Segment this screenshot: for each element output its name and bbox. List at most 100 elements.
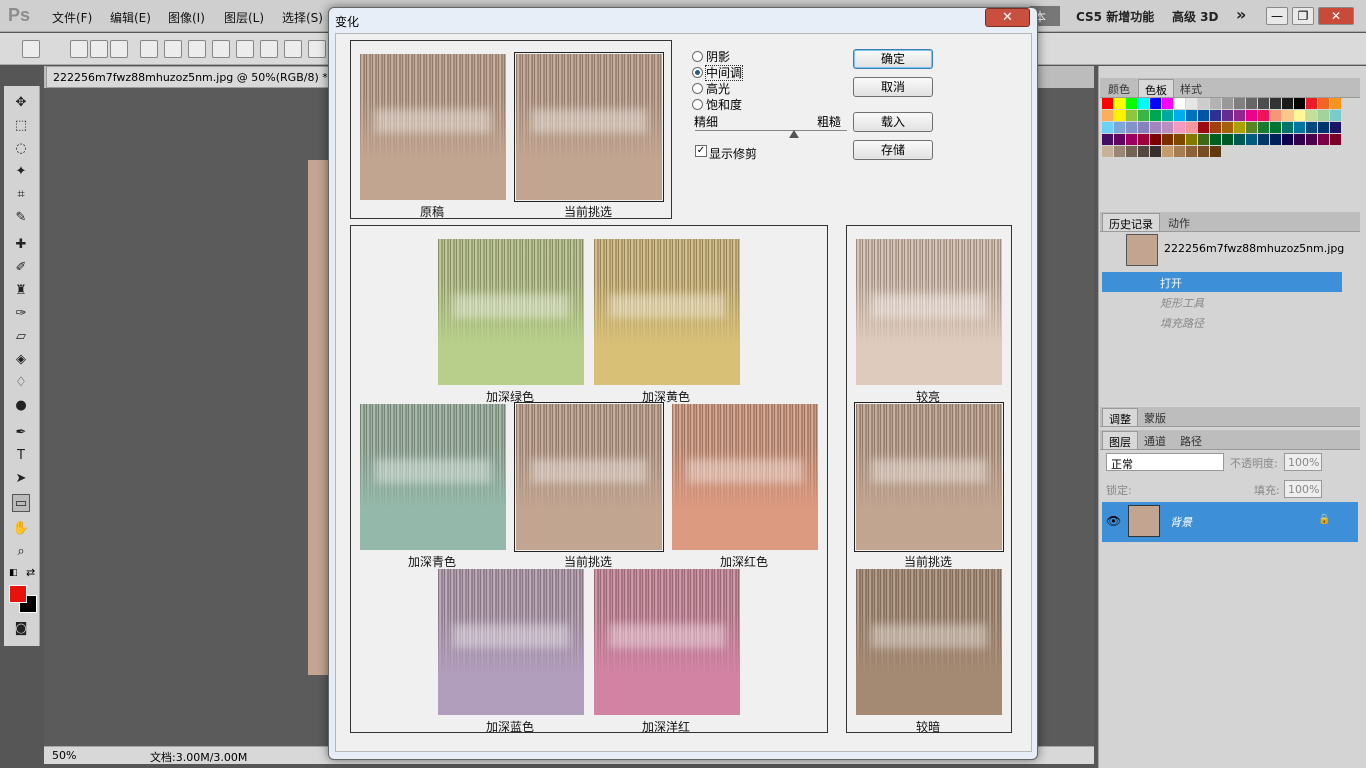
swatch[interactable] xyxy=(1138,122,1149,133)
swatch[interactable] xyxy=(1270,98,1281,109)
swatch[interactable] xyxy=(1174,146,1185,157)
center-current-pick-thumbnail[interactable] xyxy=(514,402,664,552)
swatch[interactable] xyxy=(1186,110,1197,121)
history-item[interactable]: 填充路径 xyxy=(1102,312,1342,332)
show-clipping-checkbox[interactable]: ✓ xyxy=(695,145,707,157)
swatch[interactable] xyxy=(1330,134,1341,145)
swatch[interactable] xyxy=(1126,98,1137,109)
swatch[interactable] xyxy=(1126,122,1137,133)
minimize-button[interactable]: — xyxy=(1266,7,1288,25)
swatch[interactable] xyxy=(1114,134,1125,145)
line-icon[interactable] xyxy=(284,40,302,58)
menu-image[interactable]: 图像(I) xyxy=(168,9,205,26)
swatch[interactable] xyxy=(1210,122,1221,133)
swatch[interactable] xyxy=(1114,98,1125,109)
darker-thumbnail[interactable] xyxy=(856,569,1002,715)
swatch[interactable] xyxy=(1174,134,1185,145)
lighter-thumbnail[interactable] xyxy=(856,239,1002,385)
swatch[interactable] xyxy=(1330,110,1341,121)
tool-preset-icon[interactable] xyxy=(22,40,40,58)
tab-actions[interactable]: 动作 xyxy=(1162,213,1196,231)
tab-paths[interactable]: 路径 xyxy=(1174,431,1208,449)
tab-masks[interactable]: 蒙版 xyxy=(1138,408,1172,426)
swatch[interactable] xyxy=(1210,98,1221,109)
fine-coarse-slider-thumb[interactable] xyxy=(788,130,799,138)
saturation-radio[interactable]: 饱和度 xyxy=(692,96,742,113)
swatch[interactable] xyxy=(1198,98,1209,109)
swatch[interactable] xyxy=(1222,134,1233,145)
swatch[interactable] xyxy=(1306,122,1317,133)
workspace-advanced-3d[interactable]: 高级 3D xyxy=(1172,8,1219,25)
swatch[interactable] xyxy=(1102,110,1113,121)
swatch[interactable] xyxy=(1246,134,1257,145)
rectangle-tool-icon[interactable]: ▭ xyxy=(12,494,30,512)
swatch[interactable] xyxy=(1318,110,1329,121)
tab-layers[interactable]: 图层 xyxy=(1102,431,1138,449)
marquee-tool-icon[interactable]: ⬚ xyxy=(12,117,30,135)
swatch[interactable] xyxy=(1258,110,1269,121)
swatch[interactable] xyxy=(1198,110,1209,121)
more-red-thumbnail[interactable] xyxy=(672,404,818,550)
swatch[interactable] xyxy=(1258,98,1269,109)
blend-mode-select[interactable]: 正常 xyxy=(1106,453,1224,471)
history-item[interactable]: 打开 xyxy=(1102,272,1342,292)
swatch[interactable] xyxy=(1150,134,1161,145)
swatch[interactable] xyxy=(1282,122,1293,133)
swatch[interactable] xyxy=(1174,122,1185,133)
crop-tool-icon[interactable]: ⌗ xyxy=(12,186,30,204)
swatch[interactable] xyxy=(1102,146,1113,157)
workspace-cs5-new[interactable]: CS5 新增功能 xyxy=(1076,8,1154,25)
swatch[interactable] xyxy=(1306,134,1317,145)
eyedropper-icon[interactable]: ✎ xyxy=(12,209,30,227)
swatch[interactable] xyxy=(1138,146,1149,157)
quick-mask-icon[interactable]: ◙ xyxy=(12,620,30,638)
rounded-rectangle-icon[interactable] xyxy=(212,40,230,58)
swatch[interactable] xyxy=(1318,134,1329,145)
swatch[interactable] xyxy=(1246,98,1257,109)
swatch[interactable] xyxy=(1282,110,1293,121)
swatch[interactable] xyxy=(1114,122,1125,133)
swatch[interactable] xyxy=(1162,98,1173,109)
document-size[interactable]: 文档:3.00M/3.00M xyxy=(150,749,247,765)
type-tool-icon[interactable]: T xyxy=(12,447,30,465)
swatch[interactable] xyxy=(1258,122,1269,133)
swatch[interactable] xyxy=(1234,134,1245,145)
zoom-level[interactable]: 50% xyxy=(52,749,76,762)
swatch[interactable] xyxy=(1174,98,1185,109)
zoom-tool-icon[interactable]: ⌕ xyxy=(12,543,30,561)
swatch[interactable] xyxy=(1162,122,1173,133)
more-blue-thumbnail[interactable] xyxy=(438,569,584,715)
swatch[interactable] xyxy=(1186,146,1197,157)
shadows-radio[interactable]: 阴影 xyxy=(692,48,730,65)
menu-layer[interactable]: 图层(L) xyxy=(224,9,264,26)
polygon-icon[interactable] xyxy=(260,40,278,58)
pen-icon[interactable] xyxy=(140,40,158,58)
layer-background-row[interactable]: 👁 背景 🔒 xyxy=(1102,502,1358,542)
swatch[interactable] xyxy=(1246,110,1257,121)
swatch[interactable] xyxy=(1162,146,1173,157)
history-brush-icon[interactable]: ✑ xyxy=(12,305,30,323)
brightness-current-pick-thumbnail[interactable] xyxy=(854,402,1004,552)
swap-colors-icon[interactable]: ⇄ xyxy=(26,566,35,579)
swatch[interactable] xyxy=(1330,98,1341,109)
swatch[interactable] xyxy=(1102,134,1113,145)
history-item[interactable]: 矩形工具 xyxy=(1102,292,1342,312)
swatch[interactable] xyxy=(1234,98,1245,109)
swatch[interactable] xyxy=(1330,122,1341,133)
swatch[interactable] xyxy=(1138,98,1149,109)
swatch[interactable] xyxy=(1270,122,1281,133)
more-green-thumbnail[interactable] xyxy=(438,239,584,385)
menu-edit[interactable]: 编辑(E) xyxy=(110,9,151,26)
history-snapshot[interactable]: 222256m7fwz88mhuzoz5nm.jpg xyxy=(1102,234,1344,268)
swatch[interactable] xyxy=(1138,110,1149,121)
swatch[interactable] xyxy=(1306,98,1317,109)
midtones-radio[interactable]: 中间调 xyxy=(692,64,744,81)
swatch[interactable] xyxy=(1162,110,1173,121)
swatch[interactable] xyxy=(1186,134,1197,145)
swatch[interactable] xyxy=(1222,122,1233,133)
cancel-button[interactable]: 取消 xyxy=(853,77,933,97)
fill-pixels-icon[interactable] xyxy=(110,40,128,58)
swatch[interactable] xyxy=(1246,122,1257,133)
more-yellow-thumbnail[interactable] xyxy=(594,239,740,385)
swatch[interactable] xyxy=(1114,146,1125,157)
